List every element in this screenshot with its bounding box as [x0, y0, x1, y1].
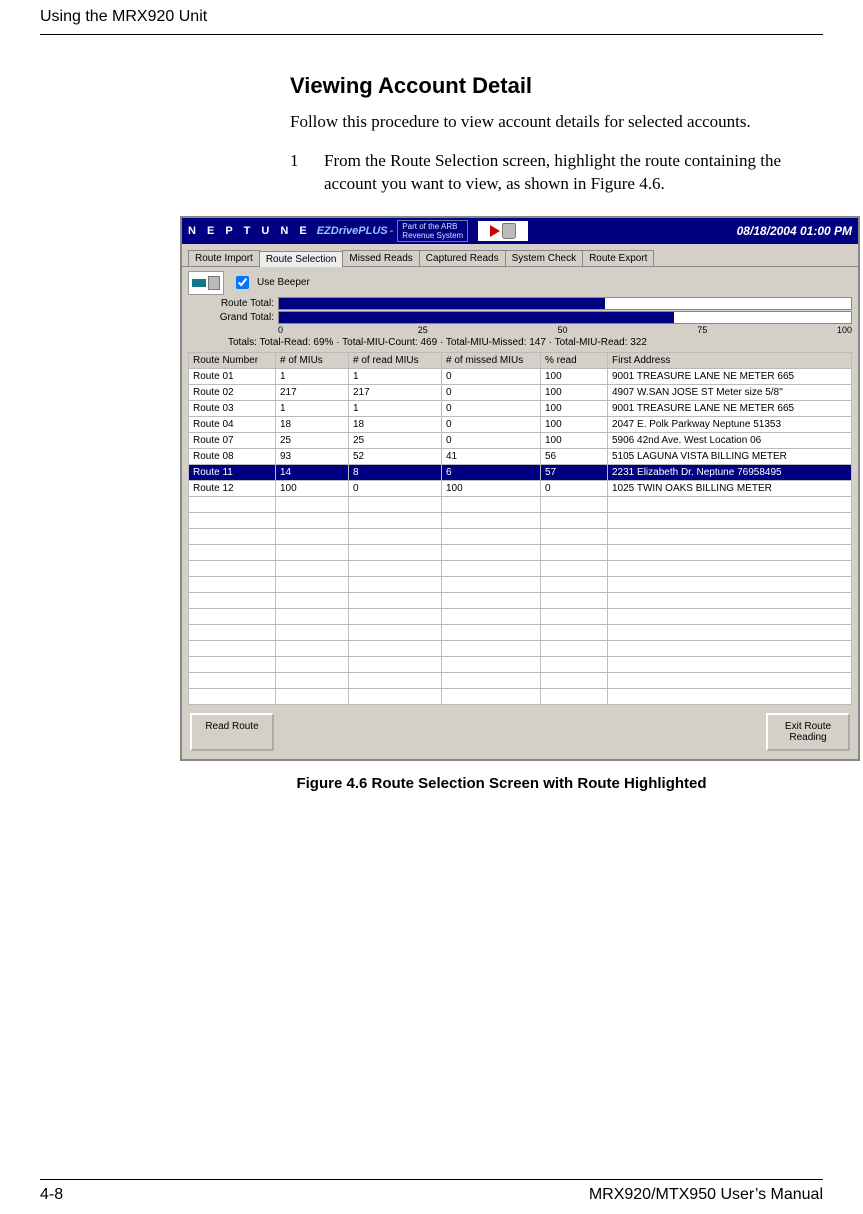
arrow-right-icon: [490, 225, 500, 237]
subtitle-box: Part of the ARBRevenue System: [397, 220, 468, 242]
transfer-icon: [478, 221, 528, 241]
table-row[interactable]: [189, 592, 852, 608]
table-row[interactable]: Route 04181801002047 E. Polk Parkway Nep…: [189, 416, 852, 432]
page-number: 4-8: [40, 1186, 63, 1204]
table-row[interactable]: [189, 640, 852, 656]
table-row[interactable]: [189, 512, 852, 528]
manual-title: MRX920/MTX950 User’s Manual: [589, 1186, 823, 1204]
app-window: N E P T U N E EZDrivePLUS - Part of the …: [180, 216, 860, 761]
section-title: Viewing Account Detail: [290, 73, 813, 99]
route-total-bar: [278, 297, 852, 310]
axis-tick: 25: [418, 325, 558, 335]
cylinder-icon: [208, 276, 220, 290]
use-beeper-checkbox[interactable]: [236, 276, 249, 289]
tab-missed-reads[interactable]: Missed Reads: [342, 250, 419, 266]
table-row[interactable]: [189, 544, 852, 560]
table-row[interactable]: [189, 672, 852, 688]
table-row[interactable]: Route 011101009001 TREASURE LANE NE METE…: [189, 368, 852, 384]
column-header[interactable]: # of read MIUs: [349, 352, 442, 368]
table-row[interactable]: [189, 496, 852, 512]
database-icon: [502, 223, 516, 239]
axis-tick: 75: [697, 325, 837, 335]
title-bar: N E P T U N E EZDrivePLUS - Part of the …: [182, 218, 858, 244]
tab-route-export[interactable]: Route Export: [582, 250, 654, 266]
table-row[interactable]: [189, 608, 852, 624]
table-row[interactable]: [189, 560, 852, 576]
grand-total-label: Grand Total:: [188, 312, 278, 323]
brand-text: N E P T U N E: [188, 225, 311, 237]
tab-route-import[interactable]: Route Import: [188, 250, 260, 266]
use-beeper-label: Use Beeper: [257, 277, 310, 288]
axis-tick: 100: [837, 325, 852, 335]
route-grid[interactable]: Route Number# of MIUs# of read MIUs# of …: [188, 352, 852, 705]
column-header[interactable]: Route Number: [189, 352, 276, 368]
read-route-button[interactable]: Read Route: [190, 713, 274, 751]
product-name: EZDrivePLUS: [317, 225, 388, 237]
totals-line: Totals: Total-Read: 69% · Total-MIU-Coun…: [228, 335, 852, 352]
table-row[interactable]: Route 07252501005906 42nd Ave. West Loca…: [189, 432, 852, 448]
column-header[interactable]: # of MIUs: [276, 352, 349, 368]
table-row[interactable]: [189, 576, 852, 592]
table-row[interactable]: [189, 688, 852, 704]
truck-icon: [192, 279, 206, 287]
table-row[interactable]: Route 111486572231 Elizabeth Dr. Neptune…: [189, 464, 852, 480]
column-header[interactable]: % read: [541, 352, 608, 368]
table-row[interactable]: Route 08935241565105 LAGUNA VISTA BILLIN…: [189, 448, 852, 464]
intro-text: Follow this procedure to view account de…: [290, 111, 813, 134]
step-text: From the Route Selection screen, highlig…: [324, 150, 813, 196]
table-row[interactable]: Route 12100010001025 TWIN OAKS BILLING M…: [189, 480, 852, 496]
route-total-label: Route Total:: [188, 298, 278, 309]
grand-total-bar: [278, 311, 852, 324]
table-row[interactable]: Route 031101009001 TREASURE LANE NE METE…: [189, 400, 852, 416]
exit-route-reading-button[interactable]: Exit Route Reading: [766, 713, 850, 751]
datetime-label: 08/18/2004 01:00 PM: [737, 224, 852, 238]
tab-route-selection[interactable]: Route Selection: [259, 251, 344, 267]
column-header[interactable]: First Address: [608, 352, 852, 368]
axis-tick: 50: [558, 325, 698, 335]
step-number: 1: [290, 150, 324, 196]
table-row[interactable]: Route 0221721701004907 W.SAN JOSE ST Met…: [189, 384, 852, 400]
tab-system-check[interactable]: System Check: [505, 250, 583, 266]
figure-caption: Figure 4.6 Route Selection Screen with R…: [180, 775, 823, 792]
tab-captured-reads[interactable]: Captured Reads: [419, 250, 506, 266]
table-row[interactable]: [189, 528, 852, 544]
running-header: Using the MRX920 Unit: [40, 0, 823, 35]
route-icon: [188, 271, 224, 295]
column-header[interactable]: # of missed MIUs: [442, 352, 541, 368]
table-row[interactable]: [189, 656, 852, 672]
axis-tick: 0: [278, 325, 418, 335]
table-row[interactable]: [189, 624, 852, 640]
